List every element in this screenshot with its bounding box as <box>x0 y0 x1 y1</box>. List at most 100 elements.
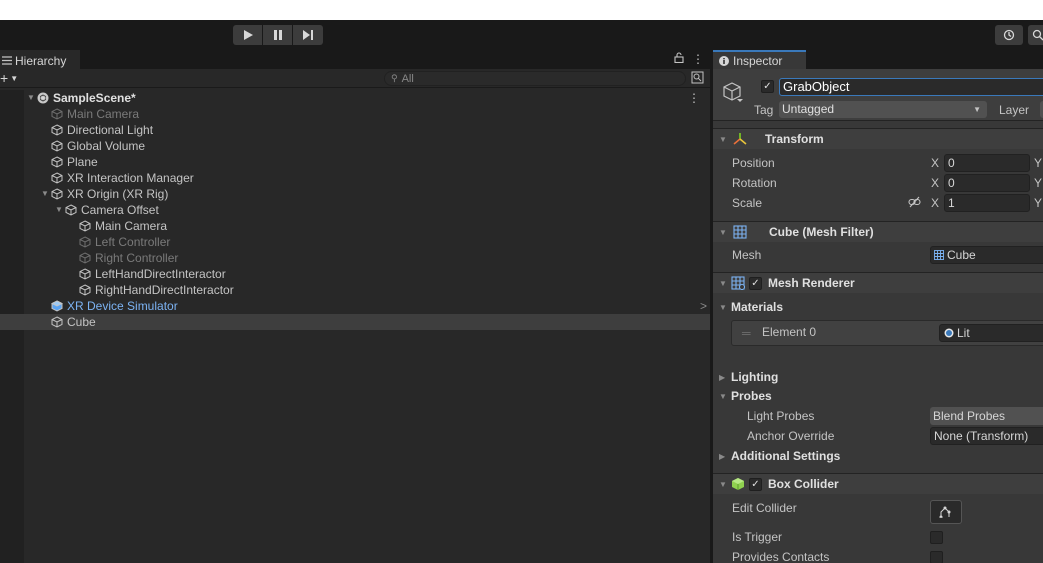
hierarchy-tabbar: Hierarchy ⋮ <box>0 50 710 69</box>
anchor-override-label: Anchor Override <box>747 429 835 443</box>
gameobject-cube-icon <box>50 107 64 121</box>
gameobject-cube-icon <box>50 315 64 329</box>
foldout-arrow-icon: ▶ <box>719 451 726 461</box>
hierarchy-tab-label: Hierarchy <box>15 53 67 68</box>
position-x-field[interactable]: 0 <box>944 154 1030 172</box>
active-checkbox[interactable]: ✓ <box>761 80 774 93</box>
foldout-arrow-icon: ▼ <box>719 278 727 288</box>
pause-icon <box>273 30 282 40</box>
mesh-label: Mesh <box>732 248 762 262</box>
top-strip <box>0 0 1043 20</box>
provides-contacts-checkbox[interactable] <box>930 551 943 563</box>
history-button[interactable] <box>995 25 1023 45</box>
tree-row-label: Directional Light <box>67 123 154 137</box>
add-object-button[interactable]: + ▼ <box>0 70 18 86</box>
pause-button[interactable] <box>263 25 293 45</box>
tree-row[interactable]: Global Volume <box>0 138 710 154</box>
unity-scene-icon <box>36 91 50 105</box>
tree-row[interactable]: Plane <box>0 154 710 170</box>
mesh-filter-icon <box>731 224 749 240</box>
kebab-menu-icon[interactable]: ⋮ <box>688 90 700 106</box>
tree-row-label: Main Camera <box>67 107 140 121</box>
is-trigger-checkbox[interactable] <box>930 531 943 544</box>
global-search-button[interactable] <box>1028 25 1043 45</box>
tab-inspector[interactable]: Inspector <box>713 50 806 69</box>
mesh-renderer-enabled-checkbox[interactable]: ✓ <box>749 276 762 290</box>
scene-row[interactable]: ▼ SampleScene* ⋮ <box>0 90 710 106</box>
object-name-input[interactable]: GrabObject <box>779 78 1043 96</box>
edit-collider-button[interactable] <box>930 500 962 524</box>
layer-label: Layer <box>999 103 1030 117</box>
light-probes-dropdown[interactable]: Blend Probes <box>930 407 1043 425</box>
gameobject-cube-icon <box>78 267 92 281</box>
play-icon <box>243 30 253 40</box>
transform-header[interactable]: ▼ Transform <box>713 128 1043 149</box>
foldout-arrow-icon[interactable]: ▼ <box>40 186 50 202</box>
gameobject-cube-icon <box>50 155 64 169</box>
probes-foldout[interactable]: ▼ Probes <box>719 387 772 405</box>
chevron-right-icon[interactable]: > <box>700 298 707 314</box>
tree-row[interactable]: ▼ XR Origin (XR Rig) <box>0 186 710 202</box>
tag-value: Untagged <box>782 102 835 116</box>
tree-row[interactable]: Main Camera <box>0 106 710 122</box>
probes-label: Probes <box>731 389 772 403</box>
mesh-value: Cube <box>947 248 976 262</box>
link-icon[interactable] <box>908 196 921 211</box>
hierarchy-panel: Hierarchy ⋮ + ▼ ⚲ All ▼ SampleScene* ⋮ Main… <box>0 50 710 563</box>
lighting-foldout[interactable]: ▶ Lighting <box>719 368 778 386</box>
step-button[interactable] <box>293 25 323 45</box>
play-button[interactable] <box>233 25 263 45</box>
tree-row[interactable]: Directional Light <box>0 122 710 138</box>
tree-row-label: XR Origin (XR Rig) <box>67 187 169 201</box>
mesh-field[interactable]: Cube <box>930 246 1043 264</box>
anchor-override-field[interactable]: None (Transform) <box>930 427 1043 445</box>
tree-row-label: SampleScene* <box>53 91 136 105</box>
tree-row[interactable]: Left Controller <box>0 234 710 250</box>
tree-row[interactable]: LeftHandDirectInteractor <box>0 266 710 282</box>
lock-icon[interactable] <box>674 52 684 66</box>
tree-row[interactable]: ▼ Camera Offset <box>0 202 710 218</box>
transform-title: Transform <box>765 132 824 146</box>
history-icon <box>1003 29 1015 41</box>
tree-row[interactable]: XR Interaction Manager <box>0 170 710 186</box>
element-0-field[interactable]: Lit <box>939 324 1043 342</box>
gameobject-cube-icon <box>78 251 92 265</box>
foldout-arrow-icon[interactable]: ▼ <box>54 202 64 218</box>
scale-label: Scale <box>732 196 763 210</box>
hierarchy-search-placeholder: All <box>401 72 414 85</box>
mesh-renderer-icon <box>731 275 745 291</box>
box-collider-enabled-checkbox[interactable]: ✓ <box>749 477 762 491</box>
tab-hierarchy[interactable]: Hierarchy <box>0 50 80 69</box>
material-sphere-icon <box>944 328 954 338</box>
tree-row-label: XR Device Simulator <box>67 299 178 313</box>
info-icon <box>719 55 729 66</box>
tree-row[interactable]: Cube <box>0 314 710 330</box>
hierarchy-search-input[interactable]: ⚲ All <box>384 71 686 86</box>
transform-icon <box>731 131 749 147</box>
additional-settings-foldout[interactable]: ▶ Additional Settings <box>719 447 840 465</box>
provides-contacts-label: Provides Contacts <box>732 550 830 563</box>
tree-row[interactable]: Right Controller <box>0 250 710 266</box>
main-toolbar <box>0 20 1043 50</box>
materials-list: ═ Element 0 Lit <box>731 320 1043 346</box>
tree-row[interactable]: RightHandDirectInteractor <box>0 282 710 298</box>
mesh-renderer-header[interactable]: ▼ ✓ Mesh Renderer <box>713 272 1043 293</box>
tree-row[interactable]: Main Camera <box>0 218 710 234</box>
drag-handle-icon[interactable]: ═ <box>742 326 751 340</box>
box-collider-title: Box Collider <box>768 477 839 491</box>
position-y-label: Y <box>1034 156 1043 170</box>
scale-x-field[interactable]: 1 <box>944 194 1030 212</box>
rotation-x-field[interactable]: 0 <box>944 174 1030 192</box>
rotation-label: Rotation <box>732 176 777 190</box>
foldout-arrow-icon: ▼ <box>719 227 727 237</box>
foldout-arrow-icon[interactable]: ▼ <box>26 90 36 106</box>
box-collider-header[interactable]: ▼ ✓ Box Collider <box>713 473 1043 494</box>
materials-foldout[interactable]: ▼ Materials <box>719 298 783 316</box>
mesh-filter-header[interactable]: ▼ Cube (Mesh Filter) <box>713 221 1043 242</box>
tag-dropdown[interactable]: Untagged ▼ <box>779 101 987 118</box>
search-options-icon[interactable] <box>691 71 705 85</box>
tree-row[interactable]: XR Device Simulator > <box>0 298 710 314</box>
foldout-arrow-icon: ▶ <box>719 372 726 382</box>
tree-row-label: Camera Offset <box>81 203 159 217</box>
kebab-menu-icon[interactable]: ⋮ <box>692 52 704 66</box>
